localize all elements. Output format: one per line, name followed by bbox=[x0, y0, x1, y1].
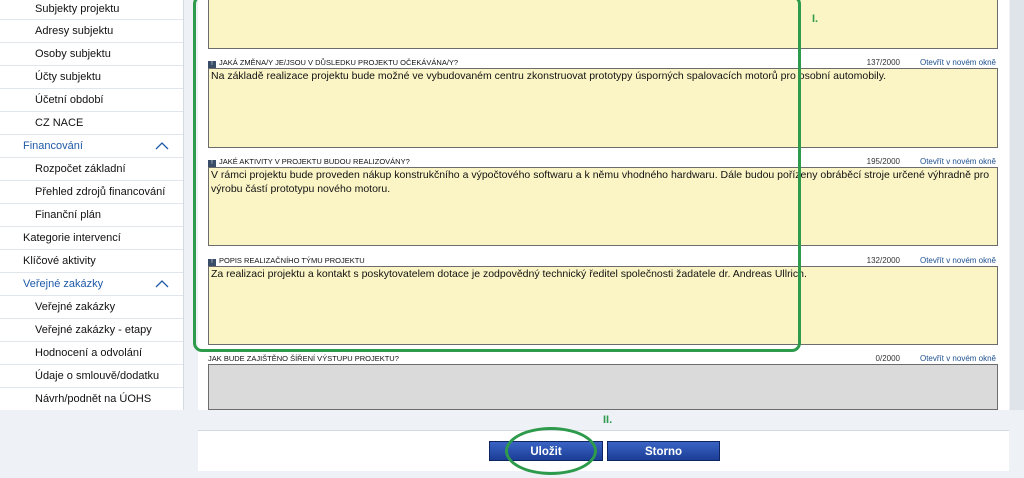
char-counter: 0/2000 bbox=[875, 354, 900, 363]
form-field-dissemination: Jak bude zajištěno šíření výstupu projek… bbox=[208, 353, 998, 410]
sidebar-group-verejne-zakazky[interactable]: Veřejné zakázky bbox=[0, 273, 183, 296]
required-icon: ! bbox=[208, 160, 216, 167]
sidebar-item-financni-plan[interactable]: Finanční plán bbox=[0, 204, 183, 227]
sidebar-item-verejne-zakazky[interactable]: Veřejné zakázky bbox=[0, 296, 183, 319]
field-label: Jak bude zajištěno šíření výstupu projek… bbox=[208, 354, 399, 363]
char-counter: 137/2000 bbox=[866, 58, 900, 67]
field-header: ! Popis realizačního týmu projektu 132/20… bbox=[208, 255, 998, 266]
sidebar-item-navrh-uohs[interactable]: Návrh/podnět na ÚOHS bbox=[0, 388, 183, 410]
sidebar-group-label: Financování bbox=[23, 140, 83, 152]
main-form-panel: ! Jaká změna/y je/jsou v důsledku projekt… bbox=[198, 0, 1009, 410]
dissemination-textarea[interactable] bbox=[208, 364, 998, 410]
sidebar-item-prehled-zdroju[interactable]: Přehled zdrojů financování bbox=[0, 181, 183, 204]
activities-textarea[interactable]: V rámci projektu bude proveden nákup kon… bbox=[208, 167, 998, 246]
button-bar bbox=[198, 430, 1009, 471]
chevron-up-icon[interactable] bbox=[155, 142, 169, 150]
marker-two: II. bbox=[603, 414, 613, 426]
sidebar-item-ucetni-obdobi[interactable]: Účetní období bbox=[0, 89, 183, 112]
sidebar-group-financovani[interactable]: Financování bbox=[0, 135, 183, 158]
sidebar-item-klicove-aktivity[interactable]: Klíčové aktivity bbox=[0, 250, 183, 273]
sidebar-item-cz-nace[interactable]: CZ NACE bbox=[0, 112, 183, 135]
field-label: Jaké aktivity v projektu budou realizová… bbox=[219, 157, 410, 166]
char-counter: 195/2000 bbox=[866, 157, 900, 166]
sidebar-item-hodnoceni-odvolani[interactable]: Hodnocení a odvolání bbox=[0, 342, 183, 365]
chevron-up-icon[interactable] bbox=[155, 280, 169, 288]
team-textarea[interactable]: Za realizaci projektu a kontakt s poskyt… bbox=[208, 266, 998, 345]
sidebar-item-ucty-subjektu[interactable]: Účty subjektu bbox=[0, 66, 183, 89]
field-header: Jak bude zajištěno šíření výstupu projek… bbox=[208, 353, 998, 364]
sidebar-item-verejne-zakazky-etapy[interactable]: Veřejné zakázky - etapy bbox=[0, 319, 183, 342]
sidebar-item-udaje-smlouve[interactable]: Údaje o smlouvě/dodatku bbox=[0, 365, 183, 388]
open-in-new-window-link[interactable]: Otevřít v novém okně bbox=[920, 255, 996, 266]
open-in-new-window-link[interactable]: Otevřít v novém okně bbox=[920, 353, 996, 364]
sidebar-item-subjekty-projektu[interactable]: Subjekty projektu bbox=[0, 0, 183, 20]
sidebar-nav: Subjekty projektu Adresy subjektu Osoby … bbox=[0, 0, 184, 410]
cancel-button[interactable]: Storno bbox=[607, 441, 720, 461]
form-field-previous bbox=[208, 0, 998, 49]
sidebar-item-adresy-subjektu[interactable]: Adresy subjektu bbox=[0, 20, 183, 43]
form-field-team: ! Popis realizačního týmu projektu 132/20… bbox=[208, 255, 998, 345]
sidebar-item-kategorie-intervenci[interactable]: Kategorie intervencí bbox=[0, 227, 183, 250]
previous-textarea[interactable] bbox=[208, 0, 998, 49]
field-label: Popis realizačního týmu projektu bbox=[219, 256, 365, 265]
marker-one: I. bbox=[812, 13, 819, 25]
field-header: ! Jaké aktivity v projektu budou realizov… bbox=[208, 156, 998, 167]
sidebar-item-osoby-subjektu[interactable]: Osoby subjektu bbox=[0, 43, 183, 66]
required-icon: ! bbox=[208, 259, 216, 266]
open-in-new-window-link[interactable]: Otevřít v novém okně bbox=[920, 57, 996, 68]
open-in-new-window-link[interactable]: Otevřít v novém okně bbox=[920, 156, 996, 167]
scrollbar-track[interactable] bbox=[1010, 0, 1024, 410]
form-field-activities: ! Jaké aktivity v projektu budou realizov… bbox=[208, 156, 998, 246]
sidebar-item-rozpocet-zakladni[interactable]: Rozpočet základní bbox=[0, 158, 183, 181]
expected-change-textarea[interactable]: Na základě realizace projektu bude možné… bbox=[208, 68, 998, 148]
char-counter: 132/2000 bbox=[866, 256, 900, 265]
required-icon: ! bbox=[208, 61, 216, 68]
field-label: Jaká změna/y je/jsou v důsledku projektu… bbox=[219, 58, 459, 67]
form-field-expected-change: ! Jaká změna/y je/jsou v důsledku projekt… bbox=[208, 57, 998, 148]
save-button[interactable]: Uložit bbox=[489, 441, 603, 461]
sidebar-group-label: Veřejné zakázky bbox=[23, 278, 104, 290]
field-header: ! Jaká změna/y je/jsou v důsledku projekt… bbox=[208, 57, 998, 68]
